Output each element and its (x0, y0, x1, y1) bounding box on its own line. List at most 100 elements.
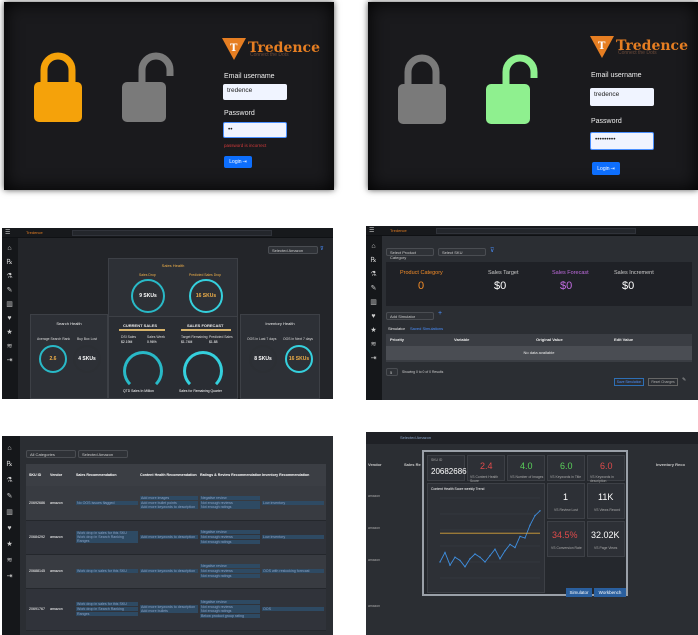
simulator-panel: ☰ Tredence ⌂ ℞ ⚗ ✎ ▥ ♥ ★ ≋ ⇥ Select Prod… (366, 226, 698, 400)
password-field[interactable]: •• (223, 122, 287, 138)
menu-icon[interactable]: ☰ (369, 227, 374, 234)
chart-icon[interactable]: ▥ (369, 298, 378, 307)
add-simulator-dropdown[interactable]: Add Simulator (386, 312, 434, 320)
col-sales: Sales Recommendation (76, 473, 117, 477)
inventory-health-card: Inventory Health OOS in Last 7 days 8 SK… (240, 314, 320, 399)
email-field[interactable]: tredence (223, 84, 287, 100)
flask-icon[interactable]: ⚗ (369, 270, 378, 279)
sku-dropdown[interactable]: Select SKU (438, 248, 486, 256)
flask-icon[interactable]: ⚗ (5, 272, 14, 281)
table-header: Priority Variable Original Value Edit Va… (386, 334, 692, 344)
metric-images: 4.0 VS Number of Images (507, 455, 545, 481)
home-icon[interactable]: ⌂ (369, 242, 378, 251)
reset-changes-button[interactable]: Reset Changes (648, 378, 678, 386)
metric-images-value: 4.0 (520, 461, 533, 471)
search-health-card: Search Health Average Search Rank 2.6 Bu… (30, 314, 108, 399)
metric-content-health: 2.4 VS Content Health Score (467, 455, 505, 483)
rx-icon[interactable]: ℞ (369, 256, 378, 265)
chart-icon[interactable]: ▥ (5, 508, 14, 517)
sales-recommendation: Work drop in sales for this SKU (76, 569, 138, 573)
metric-keywords-desc-label: VS Keywords in description (590, 475, 614, 483)
star-icon[interactable]: ★ (5, 540, 14, 549)
password-field[interactable]: ••••••••• (590, 132, 654, 150)
chart-title: Content Health Score weekly Trend (431, 487, 485, 491)
search-input[interactable] (72, 230, 272, 236)
home-icon[interactable]: ⌂ (5, 444, 14, 453)
ratings-recommendation: Not enough ratings (200, 505, 260, 510)
category-dropdown[interactable]: Select Product Category (386, 248, 434, 260)
metric-conversion: 34.5% VS Conversion Rate (547, 521, 585, 557)
sales-recommendation: Ranges (76, 611, 138, 616)
home-icon[interactable]: ⌂ (5, 244, 14, 253)
chart-icon[interactable]: ▥ (5, 300, 14, 309)
sku-id-cell: 20688145 (29, 569, 45, 573)
avg-search-value: 2.6 (49, 356, 57, 362)
pen-icon[interactable]: ✎ (369, 284, 378, 293)
pen-icon[interactable]: ✎ (5, 286, 14, 295)
layers-icon[interactable]: ≋ (5, 556, 14, 565)
star-icon[interactable]: ★ (369, 326, 378, 335)
brand-tagline: Connect the Dots (618, 50, 657, 56)
detail-modal: SKU ID 20682686 2.4 VS Content Health Sc… (422, 450, 628, 596)
sales-target-value: $0 (494, 280, 507, 292)
heart-icon[interactable]: ♥ (5, 524, 14, 533)
kpi1-label: DSI Sales (121, 335, 137, 339)
search-input[interactable] (436, 228, 636, 234)
heart-icon[interactable]: ♥ (5, 314, 14, 323)
vendor-row-3: amazon (368, 558, 381, 562)
rx-icon[interactable]: ℞ (5, 460, 14, 469)
predicted-drop-label: Predicted Sales Drop (189, 273, 222, 277)
content-recommendation: Add more bullets (140, 609, 198, 614)
edit-icon[interactable]: ✎ (682, 377, 686, 383)
add-icon[interactable]: + (438, 310, 442, 317)
rx-icon[interactable]: ℞ (5, 258, 14, 267)
sales-col-header: Sales Re (404, 462, 421, 467)
locked-lock-icon (398, 54, 446, 124)
tab-saved[interactable]: Saved Simulations (410, 326, 443, 331)
star-icon[interactable]: ★ (5, 328, 14, 337)
vendor-dropdown[interactable]: Selected Amazon (268, 246, 318, 254)
pen-icon[interactable]: ✎ (5, 492, 14, 501)
remaining-label: Sales for Remaining Quarter (179, 389, 222, 393)
logout-icon[interactable]: ⇥ (369, 354, 378, 363)
vendor-cell: amazon (50, 500, 63, 505)
filter-icon[interactable]: ⊽ (320, 246, 324, 252)
category-dropdown[interactable]: All Categories (26, 450, 76, 458)
simulator-button[interactable]: Simulator (566, 588, 592, 597)
login-button[interactable]: Login ⇥ (592, 162, 620, 175)
flask-icon[interactable]: ⚗ (5, 476, 14, 485)
layers-icon[interactable]: ≋ (5, 342, 14, 351)
email-label: Email username (224, 73, 275, 80)
vendor-dropdown[interactable]: Selected Amazon (78, 450, 128, 458)
detail-panel: Selected Amazon Vendor Sales Re Inventor… (366, 432, 698, 635)
save-simulation-button[interactable]: Save Simulation (614, 378, 644, 386)
login-button[interactable]: Login ⇥ (224, 156, 252, 168)
recommendation-panel: ⌂ ℞ ⚗ ✎ ▥ ♥ ★ ≋ ⇥ All Categories Selecte… (2, 436, 333, 635)
workbench-button[interactable]: Workbench (594, 588, 626, 597)
col-inventory: Inventory Recommendation (262, 473, 310, 477)
metric-images-label: VS Number of Images (510, 475, 544, 479)
sales-recommendation: Work drop in sales for this SKU (76, 602, 138, 607)
vendor-cell: amazon (50, 607, 63, 611)
rows-per-page[interactable]: 5 (386, 368, 398, 376)
filter-icon[interactable]: ⊽ (490, 247, 494, 254)
tab-simulator[interactable]: Simulator (388, 326, 405, 331)
metric-conversion-value: 34.5% (552, 530, 578, 540)
data-point (474, 553, 476, 555)
heart-icon[interactable]: ♥ (369, 312, 378, 321)
vendor-cell: amazon (50, 535, 63, 539)
oos-last-gauge: 8 SKUs (249, 345, 277, 373)
sales-drop-value: 9 SKUs (139, 293, 157, 299)
oos-next-gauge: 16 SKUs (285, 345, 313, 373)
layers-icon[interactable]: ≋ (369, 340, 378, 349)
email-field[interactable]: tredence (590, 88, 654, 106)
login-panel-success: T Tredence Connect the Dots Email userna… (368, 2, 698, 190)
metric-keywords-title-value: 6.0 (560, 461, 573, 471)
vendor-dropdown[interactable]: Selected Amazon (400, 435, 431, 440)
logout-icon[interactable]: ⇥ (5, 356, 14, 365)
inventory-recommendation: OOS with restocking forecast (262, 569, 324, 573)
menu-icon[interactable]: ☰ (5, 229, 10, 236)
col-variable: Variable (454, 336, 470, 342)
sales-recommendation: Work drop in sales for this SKU (76, 530, 138, 535)
logout-icon[interactable]: ⇥ (5, 572, 14, 581)
